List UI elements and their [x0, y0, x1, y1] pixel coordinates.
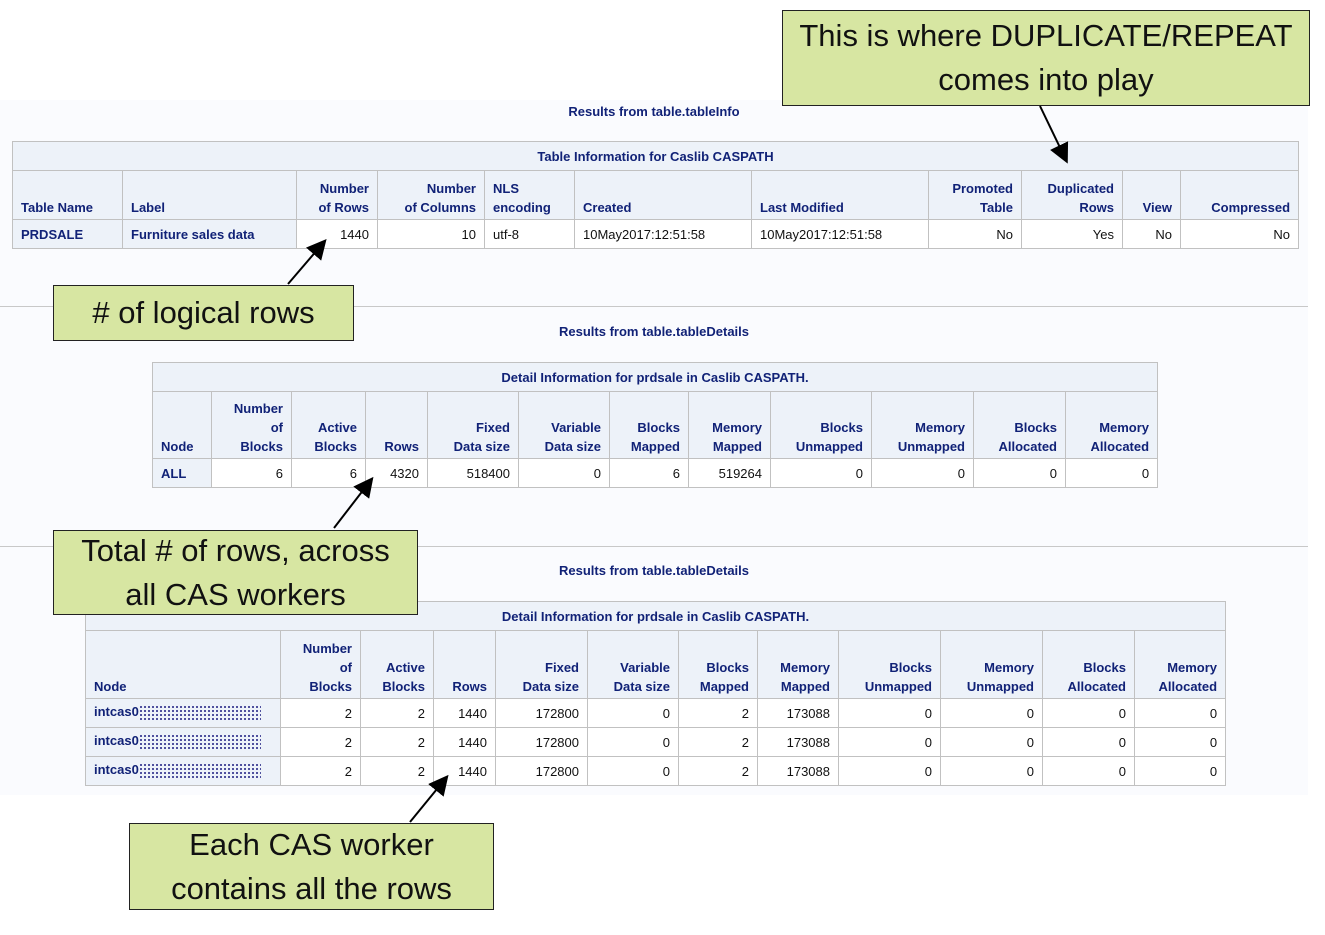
arrow [409, 774, 449, 823]
arrow [287, 238, 327, 285]
results-title: Results from table.tableDetails [559, 324, 749, 339]
arrows [287, 105, 1069, 823]
results-title: Results from table.tableInfo [568, 104, 740, 119]
results-title: Results from table.tableDetails [559, 563, 749, 578]
arrow [333, 476, 374, 529]
